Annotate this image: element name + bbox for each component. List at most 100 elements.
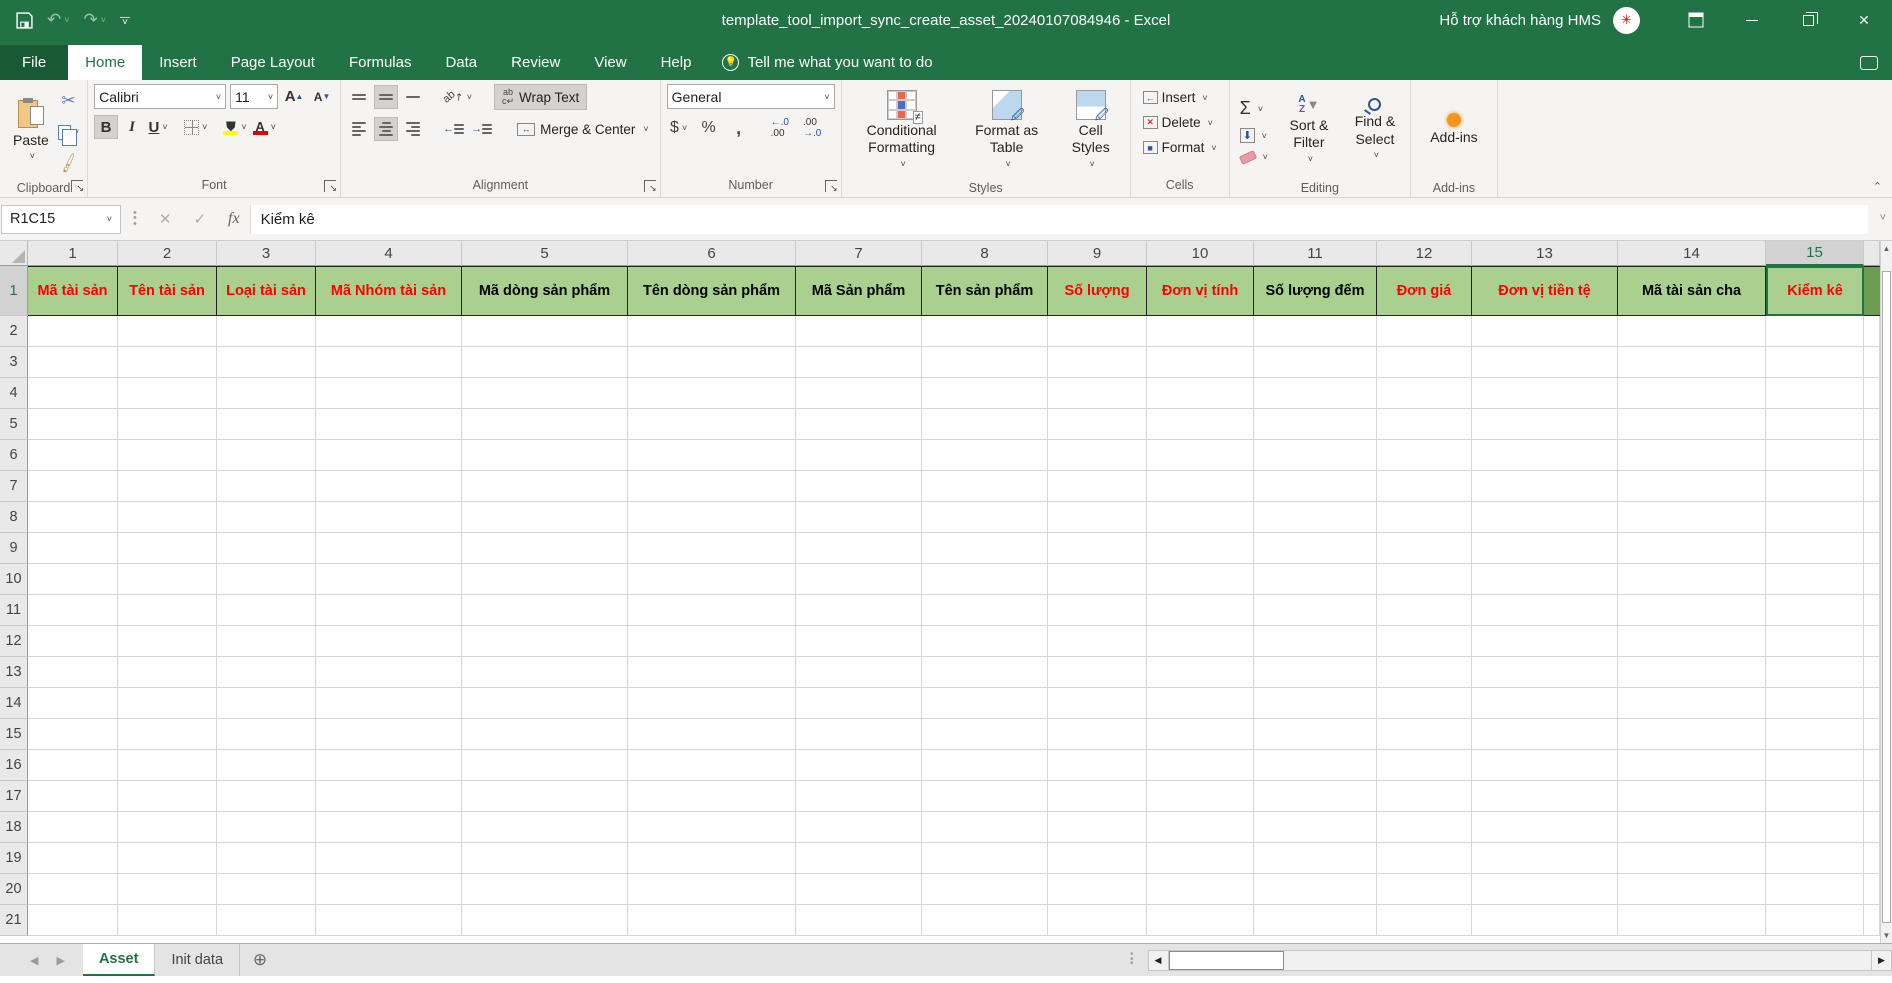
row-header-8[interactable]: 8 xyxy=(0,502,28,533)
alignment-dialog-launcher-icon[interactable] xyxy=(644,180,656,192)
cell-r1c9[interactable]: Số lượng xyxy=(1048,266,1147,316)
cell-r9c14[interactable] xyxy=(1618,533,1766,564)
cell-r13c2[interactable] xyxy=(118,657,217,688)
cell-r13c9[interactable] xyxy=(1048,657,1147,688)
cell-r7c1[interactable] xyxy=(28,471,118,502)
accounting-format-button[interactable]: $˅ xyxy=(667,116,691,140)
column-header-13[interactable]: 13 xyxy=(1472,241,1618,266)
cell-r7c15[interactable] xyxy=(1766,471,1864,502)
cell-r12c14[interactable] xyxy=(1618,626,1766,657)
cell-r18c14[interactable] xyxy=(1618,812,1766,843)
cell-r20c6[interactable] xyxy=(628,874,796,905)
row-header-19[interactable]: 19 xyxy=(0,843,28,874)
cell-r7c2[interactable] xyxy=(118,471,217,502)
formula-input[interactable]: Kiểm kê xyxy=(250,205,1868,234)
ribbon-display-options-icon[interactable] xyxy=(1668,0,1724,40)
cell-r8c9[interactable] xyxy=(1048,502,1147,533)
cell-r20c3[interactable] xyxy=(217,874,316,905)
cell-r8c2[interactable] xyxy=(118,502,217,533)
copy-button[interactable]: ˅ xyxy=(56,120,81,144)
cell-r18c11[interactable] xyxy=(1254,812,1377,843)
cell-r10c2[interactable] xyxy=(118,564,217,595)
cell-r13c10[interactable] xyxy=(1147,657,1254,688)
cell-r9c7[interactable] xyxy=(796,533,922,564)
cell-r18c12[interactable] xyxy=(1377,812,1472,843)
cell-r6c11[interactable] xyxy=(1254,440,1377,471)
cell-r18c10[interactable] xyxy=(1147,812,1254,843)
cell-r14c3[interactable] xyxy=(217,688,316,719)
cell-r17c15[interactable] xyxy=(1766,781,1864,812)
cell-r2c8[interactable] xyxy=(922,316,1048,347)
top-align-button[interactable] xyxy=(347,85,371,109)
cell-r4c10[interactable] xyxy=(1147,378,1254,409)
select-all-corner[interactable] xyxy=(0,241,28,266)
cell-r13c11[interactable] xyxy=(1254,657,1377,688)
cell-r6c1[interactable] xyxy=(28,440,118,471)
cell-r17c1[interactable] xyxy=(28,781,118,812)
column-header-7[interactable]: 7 xyxy=(796,241,922,266)
cell-r19c11[interactable] xyxy=(1254,843,1377,874)
cell-r13c7[interactable] xyxy=(796,657,922,688)
sheet-nav-left-icon[interactable]: ◀ xyxy=(30,954,38,967)
cell-r11c3[interactable] xyxy=(217,595,316,626)
cell-r15c12[interactable] xyxy=(1377,719,1472,750)
cell-r7c6[interactable] xyxy=(628,471,796,502)
cell-r12c3[interactable] xyxy=(217,626,316,657)
cell-r9c2[interactable] xyxy=(118,533,217,564)
cell-r9-partial[interactable] xyxy=(1864,533,1880,564)
cell-r15c8[interactable] xyxy=(922,719,1048,750)
cell-r21c13[interactable] xyxy=(1472,905,1618,936)
cell-r16c1[interactable] xyxy=(28,750,118,781)
cell-r14c1[interactable] xyxy=(28,688,118,719)
cell-r9c10[interactable] xyxy=(1147,533,1254,564)
cell-r7c13[interactable] xyxy=(1472,471,1618,502)
cell-r16c10[interactable] xyxy=(1147,750,1254,781)
cell-r4c1[interactable] xyxy=(28,378,118,409)
cell-r5c7[interactable] xyxy=(796,409,922,440)
cell-styles-button[interactable]: Cell Styles˅ xyxy=(1058,84,1124,176)
cell-r21c3[interactable] xyxy=(217,905,316,936)
cell-r14c14[interactable] xyxy=(1618,688,1766,719)
scroll-down-icon[interactable]: ▼ xyxy=(1881,928,1892,943)
cell-r15c11[interactable] xyxy=(1254,719,1377,750)
borders-button[interactable]: ˅ xyxy=(182,115,209,139)
cell-r16c4[interactable] xyxy=(316,750,462,781)
cell-r14c11[interactable] xyxy=(1254,688,1377,719)
cell-r18c9[interactable] xyxy=(1048,812,1147,843)
column-header-14[interactable]: 14 xyxy=(1618,241,1766,266)
increase-decimal-button[interactable]: ←.0.00 xyxy=(767,117,793,139)
cell-r2c7[interactable] xyxy=(796,316,922,347)
cell-r7c8[interactable] xyxy=(922,471,1048,502)
cell-r5c10[interactable] xyxy=(1147,409,1254,440)
paste-button[interactable]: Paste ˅ xyxy=(6,84,56,176)
cell-r15c5[interactable] xyxy=(462,719,628,750)
cell-r20c9[interactable] xyxy=(1048,874,1147,905)
cell-r18c3[interactable] xyxy=(217,812,316,843)
cell-r9c9[interactable] xyxy=(1048,533,1147,564)
cell-r10c10[interactable] xyxy=(1147,564,1254,595)
paste-chevron-icon[interactable]: ˅ xyxy=(30,151,35,162)
cell-r12-partial[interactable] xyxy=(1864,626,1880,657)
column-header-12[interactable]: 12 xyxy=(1377,241,1472,266)
cell-r13c6[interactable] xyxy=(628,657,796,688)
cell-r3c13[interactable] xyxy=(1472,347,1618,378)
cell-r18c6[interactable] xyxy=(628,812,796,843)
cell-r9c5[interactable] xyxy=(462,533,628,564)
cell-r20c5[interactable] xyxy=(462,874,628,905)
name-box[interactable]: R1C15˅ xyxy=(1,205,121,234)
cell-r21c10[interactable] xyxy=(1147,905,1254,936)
cell-r14-partial[interactable] xyxy=(1864,688,1880,719)
cell-r12c1[interactable] xyxy=(28,626,118,657)
underline-chevron-icon[interactable]: ˅ xyxy=(162,122,167,132)
cell-r4c7[interactable] xyxy=(796,378,922,409)
cell-r13c8[interactable] xyxy=(922,657,1048,688)
row-header-16[interactable]: 16 xyxy=(0,750,28,781)
cell-r1-partial[interactable] xyxy=(1864,266,1880,316)
cell-r2c5[interactable] xyxy=(462,316,628,347)
cell-r21c1[interactable] xyxy=(28,905,118,936)
cell-r9c13[interactable] xyxy=(1472,533,1618,564)
cell-r3c11[interactable] xyxy=(1254,347,1377,378)
row-header-13[interactable]: 13 xyxy=(0,657,28,688)
cell-r8c11[interactable] xyxy=(1254,502,1377,533)
cell-r4c11[interactable] xyxy=(1254,378,1377,409)
